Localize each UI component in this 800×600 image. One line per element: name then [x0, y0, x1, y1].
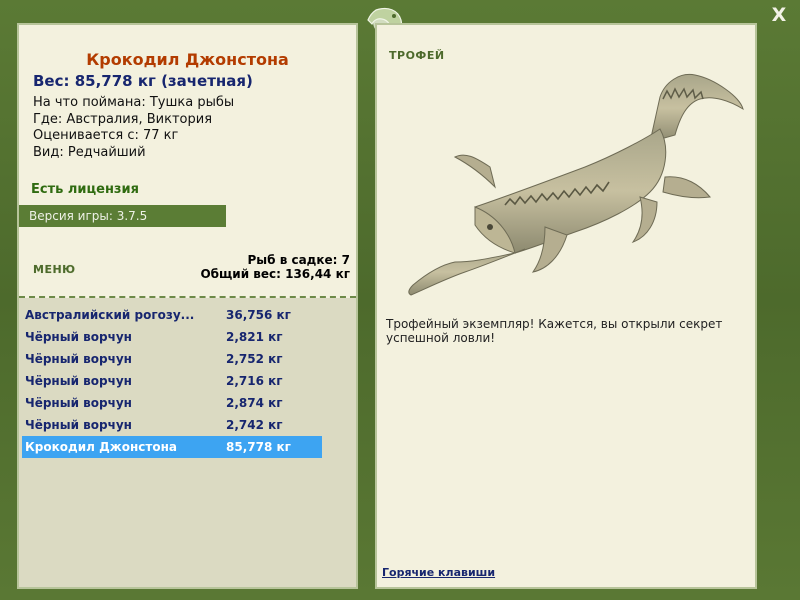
- trophy-panel: ТРОФЕЙ Трофейный экземпляр! Кажется, вы …: [375, 23, 757, 589]
- fish-details: На что поймана: Тушка рыбы Где: Австрали…: [33, 95, 234, 161]
- catch-row-name: Чёрный ворчун: [25, 352, 132, 366]
- trophy-message: Трофейный экземпляр! Кажется, вы открыли…: [386, 317, 723, 345]
- catch-row-weight: 2,742 кг: [226, 418, 283, 432]
- catch-row-weight: 85,778 кг: [226, 440, 291, 454]
- close-button[interactable]: X: [768, 4, 790, 26]
- catch-row-weight: 2,752 кг: [226, 352, 283, 366]
- catch-row-weight: 2,821 кг: [226, 330, 283, 344]
- catch-row-name: Чёрный ворчун: [25, 396, 132, 410]
- catch-row[interactable]: Чёрный ворчун 2,874 кг: [22, 392, 322, 414]
- rarity-text: Вид: Редчайший: [33, 144, 146, 160]
- hotkeys-link[interactable]: Горячие клавиши: [382, 566, 495, 579]
- catch-row[interactable]: Австралийский рогозу... 36,756 кг: [22, 304, 322, 326]
- catch-row-name: Чёрный ворчун: [25, 330, 132, 344]
- valued-from-text: Оценивается с: 77 кг: [33, 128, 179, 143]
- license-status: Есть лицензия: [31, 182, 139, 197]
- cage-stats: Рыб в садке: 7 Общий вес: 136,44 кг: [200, 253, 350, 281]
- catch-row-weight: 36,756 кг: [226, 308, 291, 322]
- catch-row[interactable]: Чёрный ворчун 2,716 кг: [22, 370, 322, 392]
- catch-row-name: Чёрный ворчун: [25, 418, 132, 432]
- fish-info-panel: Крокодил Джонстона Вес: 85,778 кг (зачет…: [17, 23, 358, 589]
- catch-row[interactable]: Чёрный ворчун 2,821 кг: [22, 326, 322, 348]
- catch-row-name: Чёрный ворчун: [25, 374, 132, 388]
- caught-on-text: На что поймана: Тушка рыбы: [33, 95, 235, 110]
- catch-row[interactable]: Крокодил Джонстона 85,778 кг: [22, 436, 322, 458]
- version-bar: Версия игры: 3.7.5: [19, 205, 226, 227]
- menu-button[interactable]: МЕНЮ: [33, 263, 76, 276]
- catch-row[interactable]: Чёрный ворчун 2,752 кг: [22, 348, 322, 370]
- catch-row-weight: 2,874 кг: [226, 396, 283, 410]
- catch-list: Австралийский рогозу... 36,756 кг Чёрный в…: [22, 304, 322, 458]
- catch-row-weight: 2,716 кг: [226, 374, 283, 388]
- total-weight: Общий вес: 136,44 кг: [200, 267, 350, 281]
- fish-count: Рыб в садке: 7: [247, 253, 351, 267]
- catch-list-area: Австралийский рогозу... 36,756 кг Чёрный в…: [19, 298, 356, 587]
- fish-title: Крокодил Джонстона: [86, 50, 289, 69]
- catch-row-name: Австралийский рогозу...: [25, 308, 195, 322]
- catch-row[interactable]: Чёрный ворчун 2,742 кг: [22, 414, 322, 436]
- location-text: Где: Австралия, Виктория: [33, 111, 213, 127]
- crocodile-image: [408, 73, 744, 296]
- fish-weight: Вес: 85,778 кг (зачетная): [33, 72, 253, 90]
- catch-row-name: Крокодил Джонстона: [25, 440, 177, 454]
